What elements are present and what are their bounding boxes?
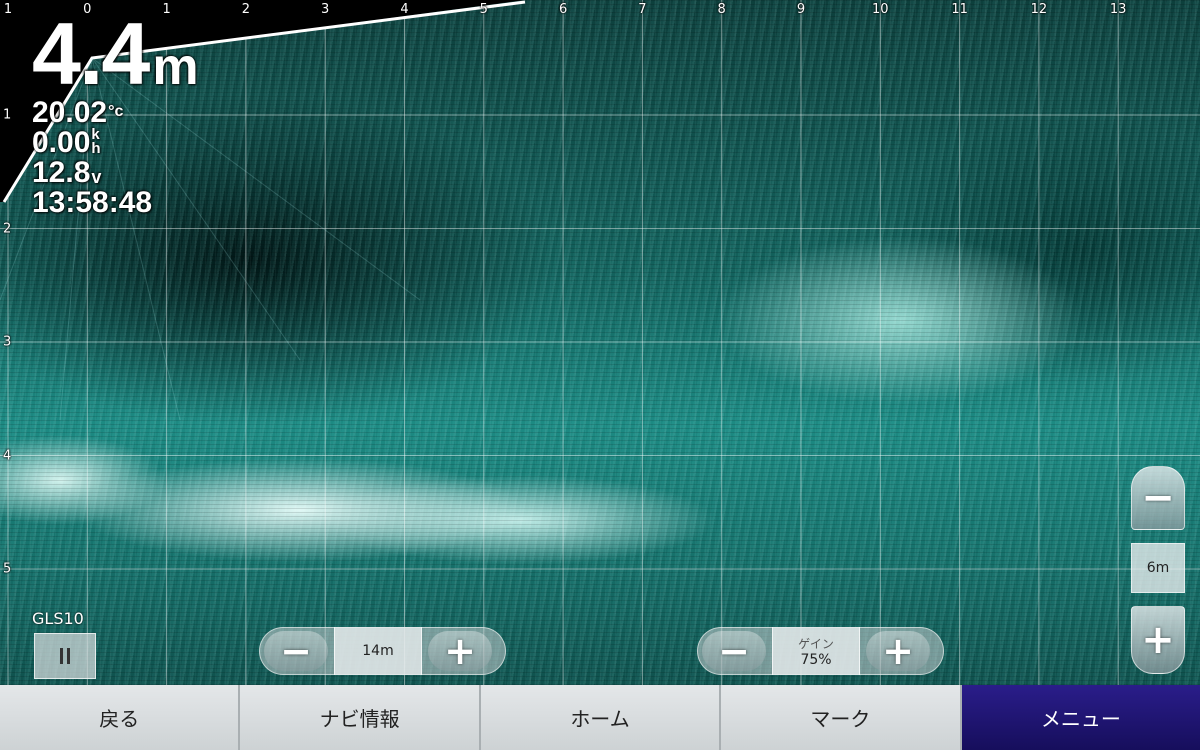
range-control: − 14m +	[259, 627, 506, 675]
gain-value: 75%	[800, 651, 832, 668]
top-scale-label: 3	[321, 2, 330, 17]
top-scale-label: 13	[1109, 2, 1127, 17]
zoom-out-button[interactable]: −	[1131, 466, 1185, 530]
sonar-screen: 1 0 1 2 3 4 5 6 7 8 9 10 11 12 13 1 2 3 4 5 4.4 m 20.02 °c …	[0, 0, 1200, 750]
top-scale-label: 7	[638, 2, 647, 17]
zoom-level-value: 6m	[1146, 560, 1170, 576]
speed-value: 0.00	[32, 126, 91, 159]
range-plus-button[interactable]: +	[428, 629, 492, 673]
voltage-unit: v	[91, 167, 102, 187]
top-scale-label: 4	[400, 2, 409, 17]
top-scale-label: 8	[717, 2, 726, 17]
voltage-value: 12.8	[32, 156, 91, 189]
top-scale-label: 9	[796, 2, 806, 17]
time-readout: 13:58:48	[32, 188, 199, 218]
pause-icon	[60, 648, 63, 664]
range-value-display: 14m	[334, 627, 422, 675]
top-scale-label: 2	[241, 2, 251, 17]
water-temp-value: 20.02	[32, 96, 108, 129]
depth-scale-label: 4	[3, 448, 12, 463]
pause-button[interactable]	[34, 633, 96, 679]
speed-readout: 0.00 k h	[32, 126, 199, 159]
nav-menu-button[interactable]: メニュー	[961, 685, 1200, 750]
depth-scale-label: 2	[3, 221, 12, 236]
data-readout: 4.4 m 20.02 °c 0.00 k h 12.8 v 13:58:48	[32, 10, 199, 218]
depth-scale-label: 3	[3, 334, 12, 350]
nav-home-button[interactable]: ホーム	[480, 685, 722, 750]
top-scale-label: 6	[558, 2, 568, 17]
zoom-in-button[interactable]: +	[1131, 606, 1185, 674]
pause-icon	[67, 648, 70, 664]
depth-unit: m	[152, 38, 199, 96]
speed-unit: k h	[91, 127, 101, 157]
top-scale-label: 10	[872, 2, 889, 17]
gain-plus-button[interactable]: +	[866, 629, 930, 673]
depth-scale-label: 5	[3, 561, 12, 577]
depth-readout: 4.4 m	[32, 10, 199, 98]
nav-back-button[interactable]: 戻る	[0, 685, 241, 750]
nav-info-button[interactable]: ナビ情報	[240, 685, 481, 750]
depth-value: 4.4	[32, 4, 150, 103]
voltage-readout: 12.8 v	[32, 158, 199, 188]
device-name: GLS10	[32, 609, 84, 628]
water-temp-unit: °c	[108, 103, 124, 120]
zoom-level-display: 6m	[1131, 543, 1185, 593]
depth-scale-label: 1	[3, 107, 12, 123]
gain-value-display: ゲイン 75%	[772, 627, 860, 675]
gain-control: − ゲイン 75% +	[697, 627, 944, 675]
range-minus-button[interactable]: −	[264, 629, 328, 673]
speed-unit-bottom: h	[91, 140, 101, 157]
top-scale-label: 5	[479, 2, 488, 17]
water-temp-readout: 20.02 °c	[32, 98, 199, 128]
gain-label: ゲイン	[798, 636, 834, 651]
top-scale-label: 1	[3, 2, 13, 17]
nav-mark-button[interactable]: マーク	[721, 685, 962, 750]
top-scale-label: 11	[951, 2, 968, 17]
range-value: 14m	[362, 643, 394, 659]
clock-time: 13:58:48	[32, 186, 153, 219]
gain-minus-button[interactable]: −	[702, 629, 766, 673]
top-scale-label: 12	[1030, 2, 1048, 17]
bottom-nav: 戻る ナビ情報 ホーム マーク メニュー	[0, 685, 1200, 750]
